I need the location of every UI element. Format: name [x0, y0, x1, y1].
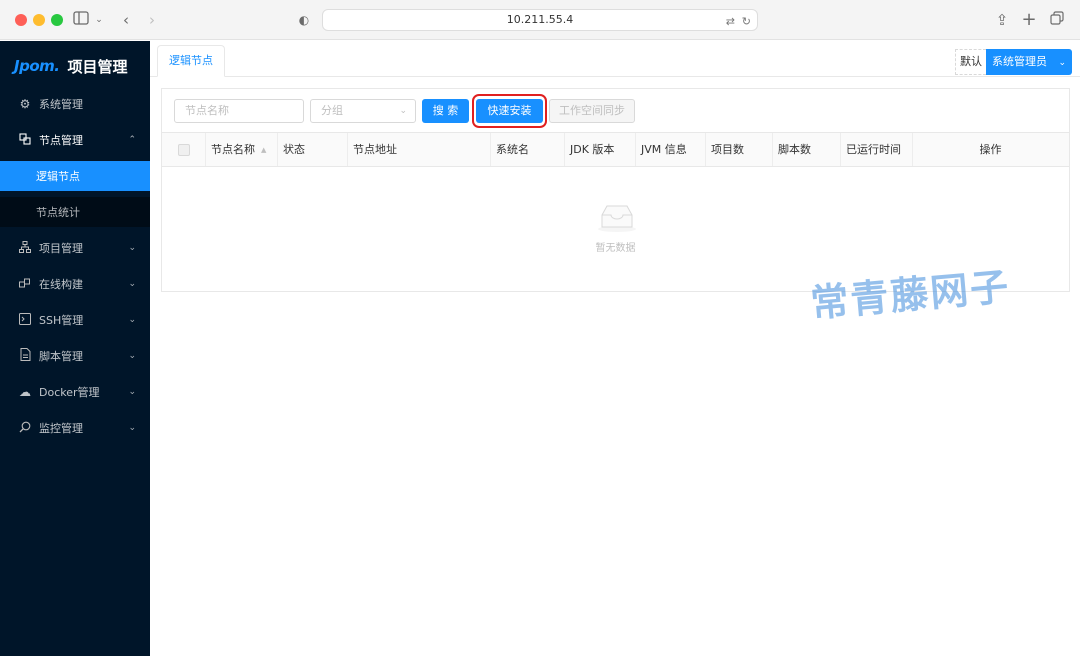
user-role-dropdown[interactable]: 系统管理员 ⌄: [985, 49, 1072, 75]
chevron-down-icon: ⌄: [128, 387, 136, 397]
sidebar-item-label: 监控管理: [39, 422, 83, 435]
app-logo[interactable]: Jpom. 项目管理: [14, 54, 127, 78]
select-all-checkbox[interactable]: [178, 144, 190, 156]
tab-label: 逻辑节点: [169, 54, 213, 67]
chevron-down-icon[interactable]: ⌄: [94, 10, 104, 30]
sidebar-item-projects[interactable]: 项目管理 ⌄: [0, 230, 150, 266]
column-os-name: 系统名: [496, 143, 529, 156]
column-uptime: 已运行时间: [846, 143, 901, 156]
terminal-icon: [18, 312, 32, 328]
chevron-up-icon: ⌃: [128, 135, 136, 145]
column-project-count: 项目数: [711, 143, 744, 156]
chevron-down-icon: ⌄: [128, 243, 136, 253]
gear-icon: ⚙: [19, 97, 31, 111]
user-menu: 默认 系统管理员 ⌄: [954, 49, 1072, 75]
sidebar: Jpom. 项目管理 ⚙ 系统管理 节点管理 ⌃ 逻辑节点 节点统计 项目管理 …: [0, 41, 150, 656]
sidebar-item-label: 在线构建: [39, 278, 83, 291]
sidebar-item-docker[interactable]: ☁ Docker管理 ⌄: [0, 374, 150, 410]
translate-icon[interactable]: ⇄: [726, 12, 735, 32]
back-icon[interactable]: ‹: [118, 10, 134, 30]
node-name-input[interactable]: 节点名称: [174, 99, 304, 123]
column-actions: 操作: [979, 143, 1002, 156]
zoom-window-button[interactable]: [51, 14, 63, 26]
app-title: 项目管理: [67, 57, 128, 76]
minimize-window-button[interactable]: [33, 14, 45, 26]
monitor-icon: [18, 421, 32, 436]
column-script-count: 脚本数: [778, 143, 811, 156]
sidebar-item-label: SSH管理: [39, 314, 84, 327]
nodes-icon: [18, 132, 32, 148]
sidebar-item-scripts[interactable]: 脚本管理 ⌄: [0, 338, 150, 374]
new-tab-icon[interactable]: +: [1021, 10, 1037, 30]
sidebar-subitem-label: 逻辑节点: [36, 170, 80, 183]
sidebar-item-build[interactable]: 在线构建 ⌄: [0, 266, 150, 302]
sort-icon[interactable]: ▲: [261, 146, 266, 154]
sidebar-subitem-label: 节点统计: [36, 206, 80, 219]
sidebar-item-monitor[interactable]: 监控管理 ⌄: [0, 410, 150, 446]
logo-mark: Jpom.: [14, 57, 60, 75]
file-icon: [18, 348, 32, 364]
sidebar-item-label: 系统管理: [39, 98, 83, 111]
forward-icon[interactable]: ›: [144, 10, 160, 30]
sidebar-subitem-logical-nodes[interactable]: 逻辑节点: [0, 161, 150, 191]
group-select[interactable]: 分组 ⌄: [310, 99, 416, 123]
cloud-icon: ☁: [19, 385, 31, 399]
tab-bar: 逻辑节点 默认 系统管理员 ⌄: [150, 41, 1080, 77]
url-text: 10.211.55.4: [506, 13, 574, 26]
column-node-name[interactable]: 节点名称 ▲: [205, 133, 277, 166]
reload-icon[interactable]: ↻: [742, 12, 751, 32]
build-icon: [18, 277, 32, 292]
chevron-down-icon: ⌄: [399, 106, 407, 116]
chevron-down-icon: ⌄: [128, 423, 136, 433]
column-jdk-version: JDK 版本: [570, 143, 615, 156]
browser-toolbar: ⌄ ‹ › ◐ 10.211.55.4 ⇄ ↻ ⇪ +: [0, 0, 1080, 40]
sidebar-item-label: 脚本管理: [39, 350, 83, 363]
sidebar-item-nodes[interactable]: 节点管理 ⌃: [0, 122, 150, 158]
search-button[interactable]: 搜 索: [422, 99, 469, 123]
sidebar-item-label: 项目管理: [39, 242, 83, 255]
empty-box-icon: [596, 203, 638, 236]
tree-icon: [18, 240, 32, 256]
tab-logical-nodes[interactable]: 逻辑节点: [157, 45, 225, 77]
empty-text: 暂无数据: [595, 243, 636, 254]
tab-overview-icon[interactable]: [1049, 10, 1065, 30]
close-window-button[interactable]: [15, 14, 27, 26]
shield-icon[interactable]: ◐: [296, 10, 312, 30]
sidebar-item-system[interactable]: ⚙ 系统管理: [0, 86, 150, 122]
column-label: 节点名称: [211, 143, 255, 156]
table-header: 节点名称 ▲ 状态 节点地址 系统名 JDK 版本 JVM 信息 项目数 脚本数 …: [162, 132, 1069, 167]
sidebar-item-ssh[interactable]: SSH管理 ⌄: [0, 302, 150, 338]
share-icon[interactable]: ⇪: [994, 10, 1010, 30]
column-node-address: 节点地址: [353, 143, 397, 156]
sidebar-item-label: Docker管理: [39, 386, 100, 399]
workspace-sync-button[interactable]: 工作空间同步: [549, 99, 635, 123]
sidebar-toggle-icon[interactable]: [72, 10, 90, 30]
chevron-down-icon: ⌄: [128, 351, 136, 361]
node-name-placeholder: 节点名称: [185, 104, 229, 117]
column-jvm-info: JVM 信息: [641, 143, 687, 156]
column-status: 状态: [283, 143, 305, 156]
chevron-down-icon: ⌄: [128, 315, 136, 325]
address-bar[interactable]: 10.211.55.4 ⇄ ↻: [322, 9, 758, 31]
workspace-default-button[interactable]: 默认: [954, 49, 986, 75]
chevron-down-icon: ⌄: [128, 279, 136, 289]
main-content: 逻辑节点 默认 系统管理员 ⌄ 节点名称 分组 ⌄ 搜 索 快速安装 工作空间同…: [150, 41, 1080, 656]
user-role-label: 系统管理员: [991, 55, 1047, 68]
sidebar-subitem-node-stats[interactable]: 节点统计: [0, 197, 150, 227]
group-placeholder: 分组: [321, 104, 343, 117]
sidebar-item-label: 节点管理: [39, 134, 83, 147]
quick-install-button[interactable]: 快速安装: [476, 99, 543, 123]
chevron-down-icon: ⌄: [1058, 58, 1066, 68]
